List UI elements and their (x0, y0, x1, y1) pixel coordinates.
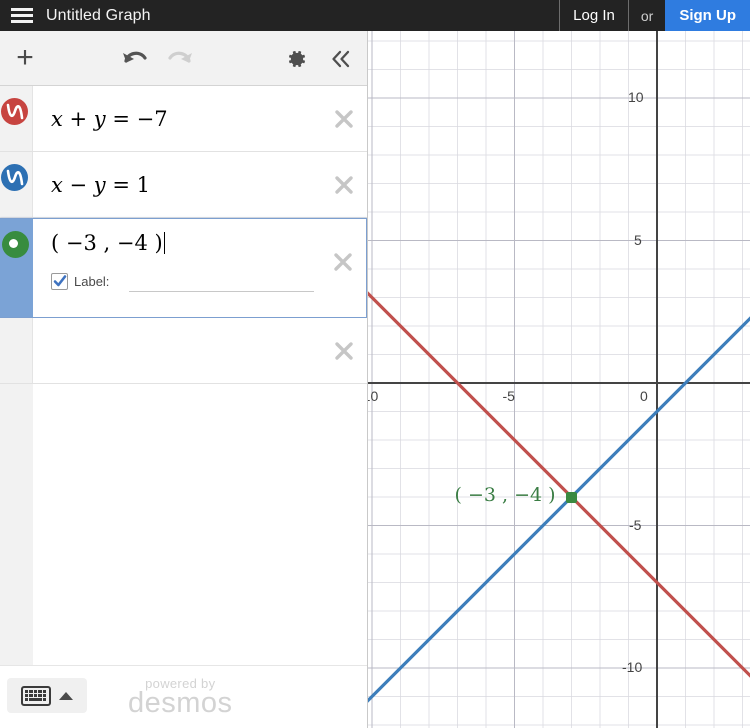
expression-input-4[interactable] (33, 318, 367, 383)
plotted-point-marker[interactable] (566, 491, 577, 503)
expression-math-3: ( −3 , −4 ) (51, 231, 165, 255)
expression-row-1[interactable]: x + y = −7 (0, 86, 367, 152)
expression-list: x + y = −7 x − y = 1 (−3 , −4) Label: (0, 86, 367, 728)
graph-title[interactable]: Untitled Graph (46, 7, 151, 25)
label-checkbox-caption: Label: (74, 274, 110, 289)
x-tick-label--5: -5 (502, 388, 515, 404)
expression-input-1[interactable]: x + y = −7 (33, 86, 367, 151)
expression-color-icon-2[interactable] (0, 152, 33, 217)
expression-math-1: x + y = −7 (51, 106, 168, 131)
label-text-input[interactable] (129, 271, 314, 292)
expression-input-2[interactable]: x − y = 1 (33, 152, 367, 217)
point-glyph-icon (1, 231, 29, 258)
log-in-button[interactable]: Log In (559, 0, 629, 31)
expression-row-4[interactable] (0, 318, 367, 384)
sign-up-button[interactable]: Sign Up (665, 0, 750, 31)
expression-color-icon-1[interactable] (0, 86, 33, 151)
desmos-calculator-app: Untitled Graph Log In or Sign Up + x + y… (0, 0, 750, 728)
expression-panel: + x + y = −7 x − y = 1 (−3 , −4) Label… (0, 31, 368, 728)
expression-color-icon-3[interactable] (0, 219, 33, 317)
gear-icon[interactable] (282, 45, 312, 73)
delete-expression-button-1[interactable] (329, 104, 359, 134)
graph-canvas[interactable]: -10 -5 0 10 5 -5 -10 ( −3 , −4 ) (368, 31, 750, 728)
redo-arrow-icon[interactable] (163, 45, 197, 73)
desmos-watermark: powered by desmos (128, 676, 233, 720)
panel-bottom-bar: powered by desmos (0, 665, 367, 728)
expression-row-3[interactable]: ( −3 , −4 ) Label: (0, 218, 367, 318)
curve-glyph-icon (1, 98, 28, 125)
hamburger-menu-icon[interactable] (0, 0, 44, 31)
or-separator-label: or (640, 7, 654, 24)
graph-svg (368, 31, 750, 728)
y-tick-label-5: 5 (634, 231, 642, 248)
label-option-row: Label: (51, 271, 326, 292)
expression-row-2[interactable]: x − y = 1 (0, 152, 367, 218)
keyboard-toggle-button[interactable] (7, 678, 87, 713)
expression-math-2: x − y = 1 (51, 172, 150, 197)
point-annotation-label: ( −3 , −4 ) (454, 484, 556, 506)
watermark-desmos: desmos (128, 687, 233, 719)
x-tick-label-0: 0 (640, 388, 648, 404)
double-chevron-left-icon[interactable] (326, 45, 356, 73)
curve-glyph-icon (1, 164, 28, 191)
header-account-actions: Log In or Sign Up (559, 0, 750, 31)
undo-arrow-icon[interactable] (118, 45, 152, 73)
label-checkbox[interactable] (51, 273, 68, 290)
expression-toolbar: + (0, 31, 367, 86)
keyboard-icon (20, 685, 51, 706)
y-tick-label--5: -5 (629, 516, 642, 533)
app-header: Untitled Graph Log In or Sign Up (0, 0, 750, 31)
expression-input-3[interactable]: ( −3 , −4 ) Label: (33, 219, 366, 317)
expression-color-icon-4[interactable] (0, 318, 33, 383)
delete-expression-button-3[interactable] (328, 247, 358, 277)
y-tick-label--10: -10 (622, 659, 643, 675)
triangle-up-icon (58, 691, 73, 700)
delete-expression-button-2[interactable] (329, 170, 359, 200)
graph-plot-area[interactable]: -10 -5 0 10 5 -5 -10 ( −3 , −4 ) (368, 31, 750, 728)
x-tick-label--10: -10 (368, 388, 379, 404)
add-expression-button[interactable]: + (0, 31, 50, 85)
y-tick-label-10: 10 (628, 89, 644, 105)
delete-expression-button-4[interactable] (329, 336, 359, 366)
